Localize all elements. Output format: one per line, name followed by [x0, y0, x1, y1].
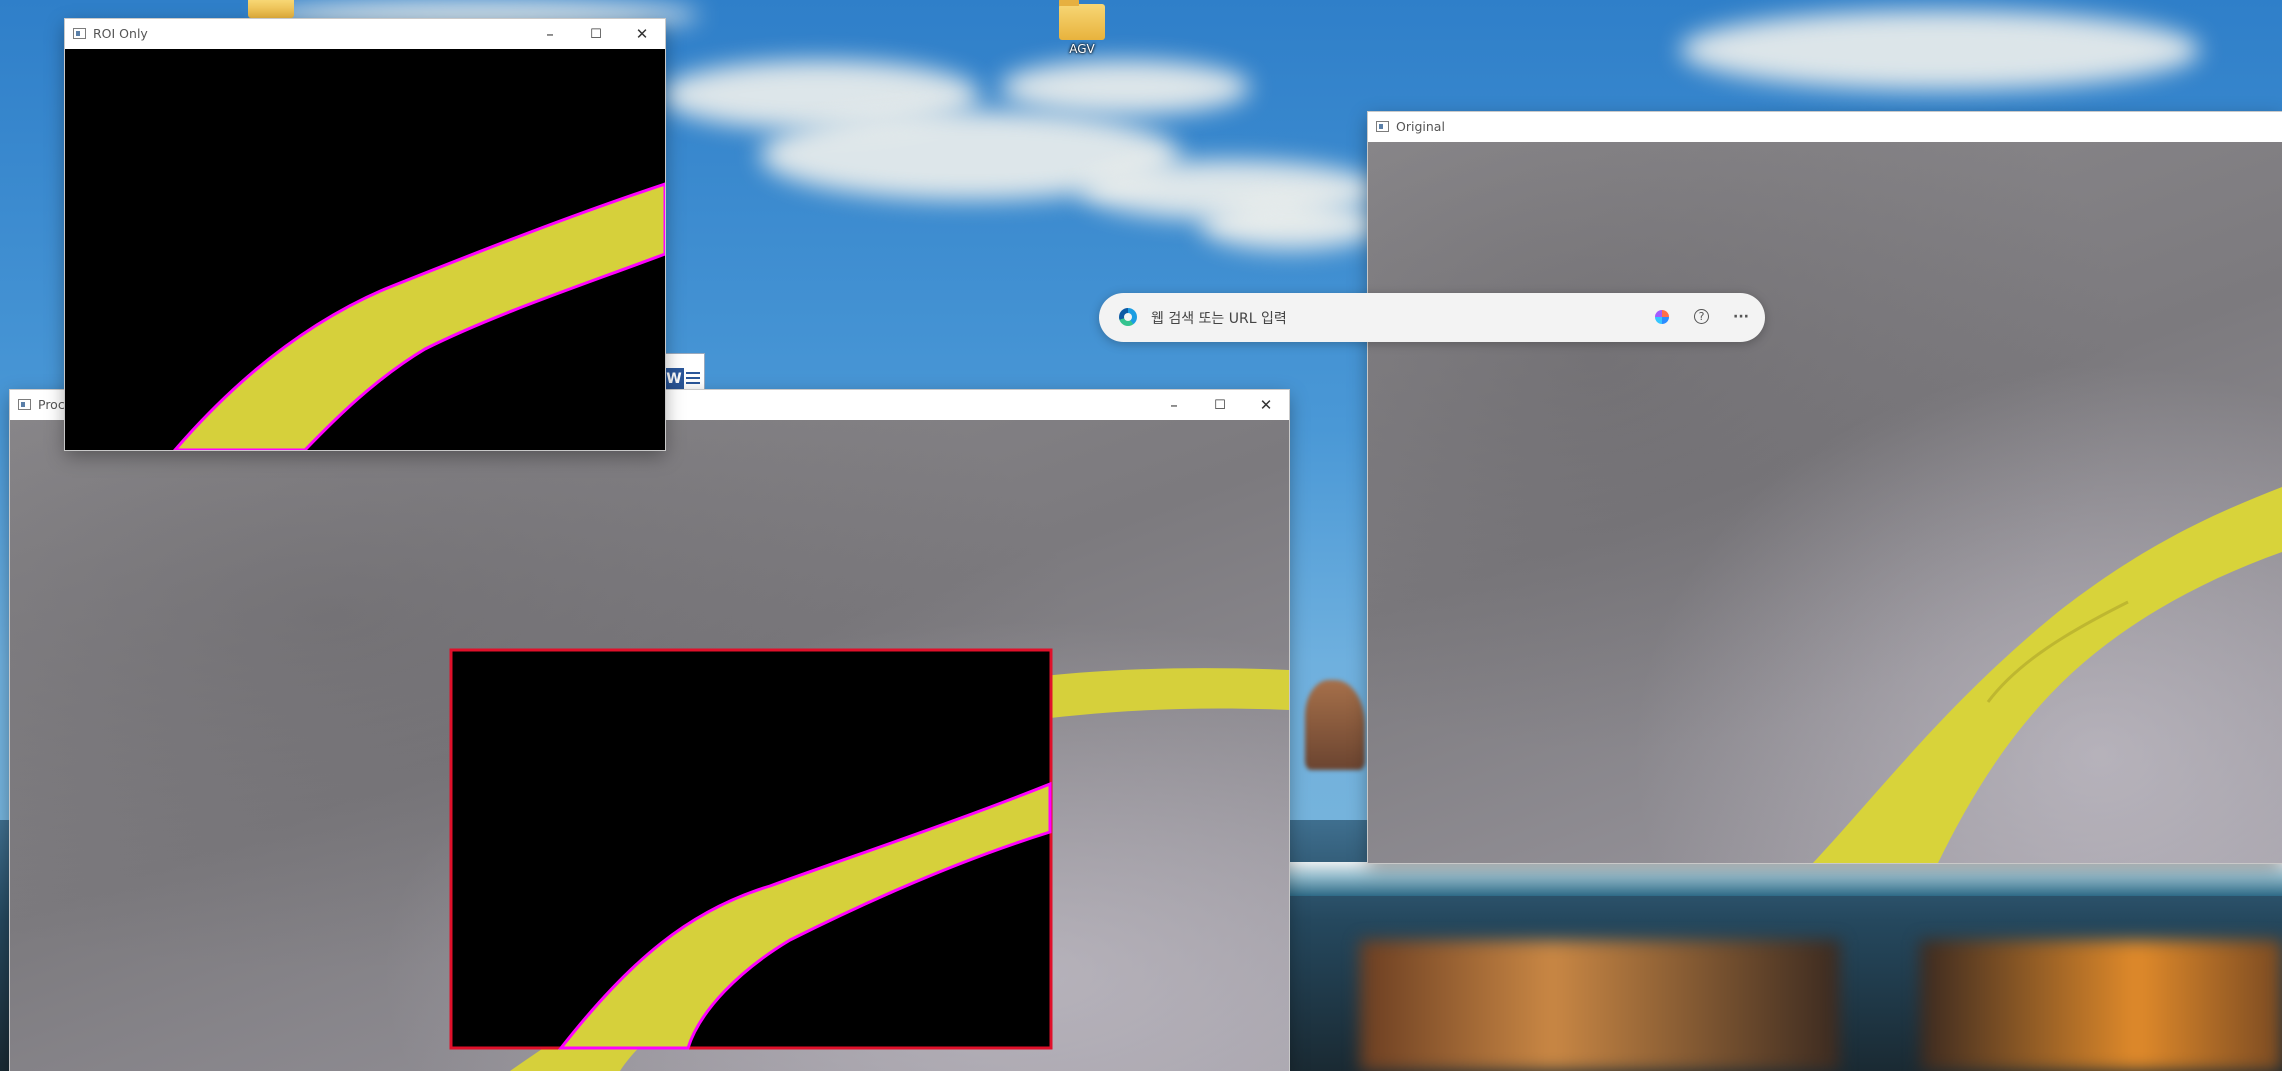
window-title: Original	[1396, 119, 1445, 134]
desktop-icon-agv[interactable]: AGV	[1037, 0, 1127, 56]
maximize-button[interactable]: ☐	[573, 19, 619, 49]
folder-icon[interactable]	[248, 0, 294, 18]
folder-icon	[1059, 0, 1105, 40]
help-icon[interactable]: ?	[1694, 309, 1709, 324]
app-icon	[73, 28, 86, 39]
cloud	[1680, 10, 2200, 90]
roi-tape-region	[173, 182, 665, 450]
camera-frame	[1368, 142, 2282, 863]
processed-window[interactable]: Proce – ☐ ✕	[10, 390, 1289, 1071]
desktop-icon-label: AGV	[1069, 42, 1095, 56]
more-options-icon[interactable]: ···	[1731, 307, 1751, 327]
title-bar[interactable]: ROI Only – ☐ ✕	[65, 19, 665, 49]
minimize-button[interactable]: –	[1151, 390, 1197, 420]
roi-only-window[interactable]: ROI Only – ☐ ✕	[65, 19, 665, 450]
close-button[interactable]: ✕	[619, 19, 665, 49]
reflection	[1920, 940, 2282, 1071]
title-bar[interactable]: Original	[1368, 112, 2282, 142]
original-window[interactable]: Original	[1368, 112, 2282, 863]
browser-address-bar[interactable]: 웹 검색 또는 URL 입력 ? ···	[1099, 293, 1765, 342]
cloud	[1200, 200, 1380, 250]
processed-image	[449, 648, 1289, 1071]
surf	[1290, 862, 2282, 896]
search-input[interactable]: 웹 검색 또는 URL 입력	[1151, 308, 1287, 328]
roi-frame	[65, 49, 665, 450]
window-title: ROI Only	[93, 26, 148, 41]
app-icon	[18, 399, 31, 410]
copilot-icon[interactable]	[1655, 310, 1669, 324]
yellow-tape-line	[1813, 487, 2282, 863]
edge-icon	[1119, 308, 1137, 326]
sea-rock	[1305, 680, 1365, 770]
cloud	[1000, 60, 1250, 115]
app-icon	[1376, 121, 1389, 132]
maximize-button[interactable]: ☐	[1197, 390, 1243, 420]
roi-image	[173, 182, 665, 450]
close-button[interactable]: ✕	[1243, 390, 1289, 420]
minimize-button[interactable]: –	[527, 19, 573, 49]
processed-frame	[10, 420, 1289, 1071]
reflection	[1360, 940, 1840, 1071]
video-frame	[1813, 487, 2282, 863]
